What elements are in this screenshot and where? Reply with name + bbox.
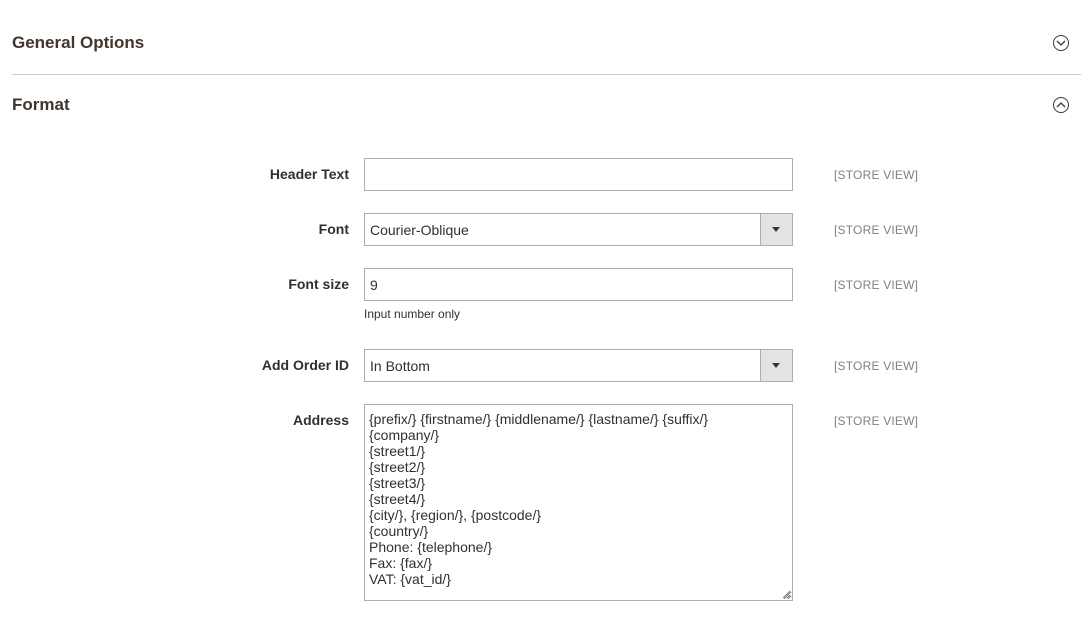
section-divider <box>12 74 1081 75</box>
address-textarea[interactable]: {prefix/} {firstname/} {middlename/} {la… <box>364 404 793 601</box>
section-general-options[interactable]: General Options <box>12 33 1081 57</box>
font-size-label: Font size <box>288 276 349 292</box>
order-id-select[interactable]: In Bottom <box>364 349 793 382</box>
order-id-label: Add Order ID <box>261 357 349 373</box>
section-title-format: Format <box>12 95 70 114</box>
section-format[interactable]: Format <box>12 95 1081 119</box>
caret-down-icon <box>772 363 780 368</box>
order-id-scope: [STORE VIEW] <box>834 359 919 373</box>
font-select[interactable]: Courier-Oblique <box>364 213 793 246</box>
font-label: Font <box>318 221 349 237</box>
address-label: Address <box>292 412 349 428</box>
caret-down-icon <box>772 227 780 232</box>
chevron-up-circle-icon[interactable] <box>1053 97 1069 113</box>
font-size-scope: [STORE VIEW] <box>834 278 919 292</box>
order-id-select-value: In Bottom <box>370 358 430 374</box>
font-select-arrow[interactable] <box>760 214 792 245</box>
font-scope: [STORE VIEW] <box>834 223 919 237</box>
header-text-label: Header Text <box>269 166 349 182</box>
header-text-input[interactable] <box>364 158 793 191</box>
order-id-select-arrow[interactable] <box>760 350 792 381</box>
font-size-note: Input number only <box>364 307 461 321</box>
resize-handle-icon[interactable] <box>782 590 791 599</box>
chevron-down-circle-icon[interactable] <box>1053 35 1069 51</box>
address-scope: [STORE VIEW] <box>834 414 919 428</box>
section-title-general-options: General Options <box>12 33 145 52</box>
font-select-value: Courier-Oblique <box>370 222 469 238</box>
header-text-scope: [STORE VIEW] <box>834 168 919 182</box>
font-size-input[interactable] <box>364 268 793 301</box>
